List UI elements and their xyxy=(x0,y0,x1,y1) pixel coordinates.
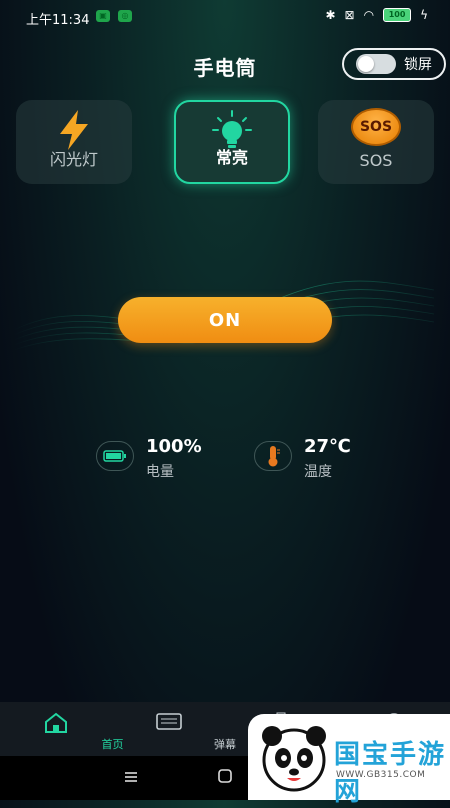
toggle-switch[interactable] xyxy=(356,54,396,74)
no-sim-icon: ⊠ xyxy=(345,8,355,22)
battery-label: 电量 xyxy=(146,461,202,481)
watermark-logo: 国宝手游网 WWW.GB315.COM xyxy=(248,714,450,800)
power-on-button[interactable]: ON xyxy=(118,297,332,343)
temperature-value: 27℃ xyxy=(304,436,351,457)
lock-screen-toggle[interactable]: 锁屏 xyxy=(342,48,446,80)
mode-steady-card[interactable]: 常亮 xyxy=(174,100,290,184)
mode-label: SOS xyxy=(318,151,434,170)
thermometer-icon xyxy=(254,441,292,471)
mode-flash-card[interactable]: 闪光灯 xyxy=(16,100,132,184)
home-icon xyxy=(43,712,69,734)
wechat-icon: ◎ xyxy=(118,10,132,22)
home-square-icon[interactable] xyxy=(218,768,232,787)
watermark-url: WWW.GB315.COM xyxy=(336,770,425,780)
battery-icon xyxy=(96,441,134,471)
mode-sos-card[interactable]: SOS SOS xyxy=(318,100,434,184)
menu-icon[interactable] xyxy=(124,768,138,787)
wifi-icon: ◠ xyxy=(364,8,374,22)
temperature-label: 温度 xyxy=(304,461,351,481)
battery-stat: 100% 电量 xyxy=(96,436,202,481)
keyboard-icon xyxy=(156,712,182,732)
status-bar: 上午11:34 ▣ ◎ ✱ ⊠ ◠ 100 ϟ xyxy=(0,0,450,34)
bluetooth-icon: ✱ xyxy=(325,8,335,22)
charging-icon: ϟ xyxy=(420,8,428,22)
status-time: 上午11:34 xyxy=(26,9,89,28)
nav-item-home[interactable]: 首页 xyxy=(0,702,113,756)
panda-icon xyxy=(254,718,334,798)
sos-icon: SOS xyxy=(351,108,401,146)
battery-value: 100% xyxy=(146,436,202,457)
mode-label: 闪光灯 xyxy=(16,146,132,170)
battery-status-icon: 100 xyxy=(383,8,411,22)
temperature-stat: 27℃ 温度 xyxy=(254,436,351,481)
mode-label: 常亮 xyxy=(176,144,288,168)
lock-screen-label: 锁屏 xyxy=(404,54,432,74)
status-icons: ✱ ⊠ ◠ 100 ϟ xyxy=(325,8,428,22)
nav-item-danmu[interactable]: 弹幕 xyxy=(113,702,226,756)
notification-icon: ▣ xyxy=(96,10,110,22)
